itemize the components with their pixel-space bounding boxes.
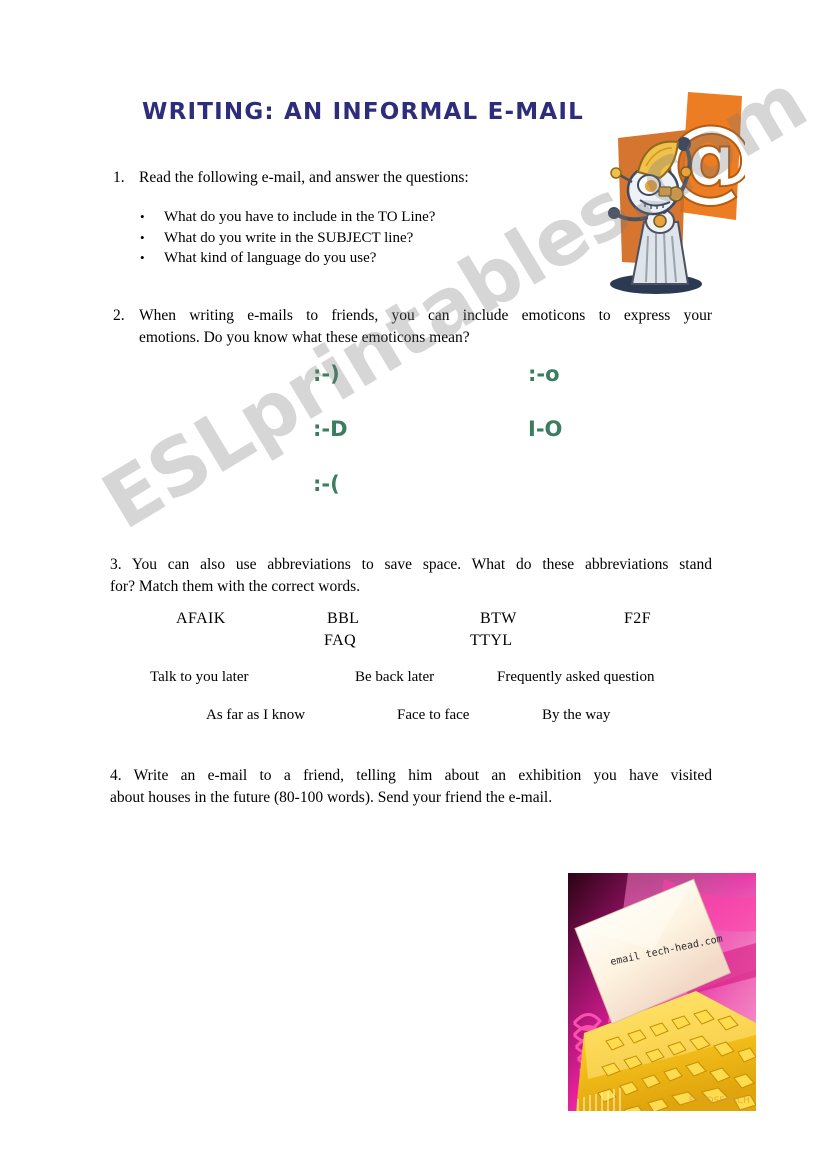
abbreviation-f2f: F2F	[624, 610, 651, 627]
svg-text:FOTOSEARCH: FOTOSEARCH	[689, 1096, 750, 1106]
bullet-icon: •	[140, 229, 145, 245]
abbreviation-btw: BTW	[480, 610, 517, 627]
abbreviation-row: FAQ TTYL	[110, 632, 720, 654]
match-as-far-as-i-know: As far as I know	[206, 707, 306, 723]
emoticon-row: :-(	[300, 472, 600, 527]
task-4-instruction: 4. Write an e-mail to a friend, telling …	[110, 765, 712, 808]
emoticon-bored: I-O	[528, 417, 563, 441]
list-item: • What do you write in the SUBJECT line?	[140, 228, 560, 249]
bullet-icon: •	[140, 250, 145, 266]
list-item: • What kind of language do you use?	[140, 248, 560, 269]
list-item-label: What do you have to include in the TO Li…	[164, 209, 436, 225]
emoticon-sad: :-(	[313, 472, 340, 496]
task-1-number: 1.	[113, 169, 125, 186]
task-3-instruction: 3. You can also use abbreviations to sav…	[110, 554, 712, 597]
list-item: • What do you have to include in the TO …	[140, 207, 560, 228]
abbreviation-list: AFAIK BBL BTW F2F FAQ TTYL	[110, 610, 720, 654]
abbreviation-bbl: BBL	[327, 610, 360, 627]
task-2-line-1: When writing e-mails to friends, you can…	[139, 307, 712, 324]
bullet-icon: •	[140, 209, 145, 224]
emoticon-laugh: :-D	[313, 417, 348, 441]
match-by-the-way: By the way	[542, 707, 611, 723]
match-word-row: Talk to you later Be back later Frequent…	[110, 669, 720, 707]
task-3-line-1: 3. You can also use abbreviations to sav…	[110, 556, 712, 573]
emoticon-grid: :-) :-o :-D I-O :-(	[300, 362, 600, 527]
abbreviation-row: AFAIK BBL BTW F2F	[110, 610, 720, 632]
worksheet-page: WRITING: AN INFORMAL E-MAIL @	[0, 0, 821, 1169]
match-face-to-face: Face to face	[397, 707, 470, 723]
task-2-number: 2.	[113, 307, 125, 324]
task-2-instruction: 2. When writing e-mails to friends, you c…	[113, 305, 712, 348]
task-1-question-list: • What do you have to include in the TO …	[140, 207, 560, 269]
task-4-line-1: 4. Write an e-mail to a friend, telling …	[110, 767, 712, 784]
task-2-line-2: emotions. Do you know what these emotico…	[139, 328, 470, 346]
task-3-line-2: for? Match them with the correct words.	[110, 577, 361, 595]
match-word-list: Talk to you later Be back later Frequent…	[110, 669, 720, 745]
list-item-label: What kind of language do you use?	[164, 250, 377, 267]
match-talk-to-you-later: Talk to you later	[150, 669, 249, 685]
emoticon-smile: :-)	[313, 362, 340, 386]
task-1-text: Read the following e-mail, and answer th…	[139, 169, 469, 186]
task-1-instruction: 1. Read the following e-mail, and answer …	[113, 168, 543, 189]
emoticon-row: :-) :-o	[300, 362, 600, 417]
robot-holding-at-sign-clipart: @	[560, 86, 757, 298]
emoticon-row: :-D I-O	[300, 417, 600, 472]
list-item-label: What do you write in the SUBJECT line?	[164, 229, 414, 246]
match-be-back-later: Be back later	[355, 669, 435, 685]
task-4-line-2: about houses in the future (80-100 words…	[110, 788, 553, 806]
abbreviation-faq: FAQ	[324, 632, 357, 649]
match-word-row: As far as I know Face to face By the way	[110, 707, 720, 745]
emoticon-surprised: :-o	[528, 362, 560, 386]
abbreviation-afaik: AFAIK	[176, 610, 226, 627]
match-frequently-asked-question: Frequently asked question	[497, 669, 655, 685]
envelope-on-keyboard-photo: email tech-head.com FOTOSEARCH	[568, 873, 756, 1111]
page-title: WRITING: AN INFORMAL E-MAIL	[142, 99, 584, 125]
abbreviation-ttyl: TTYL	[470, 632, 513, 649]
